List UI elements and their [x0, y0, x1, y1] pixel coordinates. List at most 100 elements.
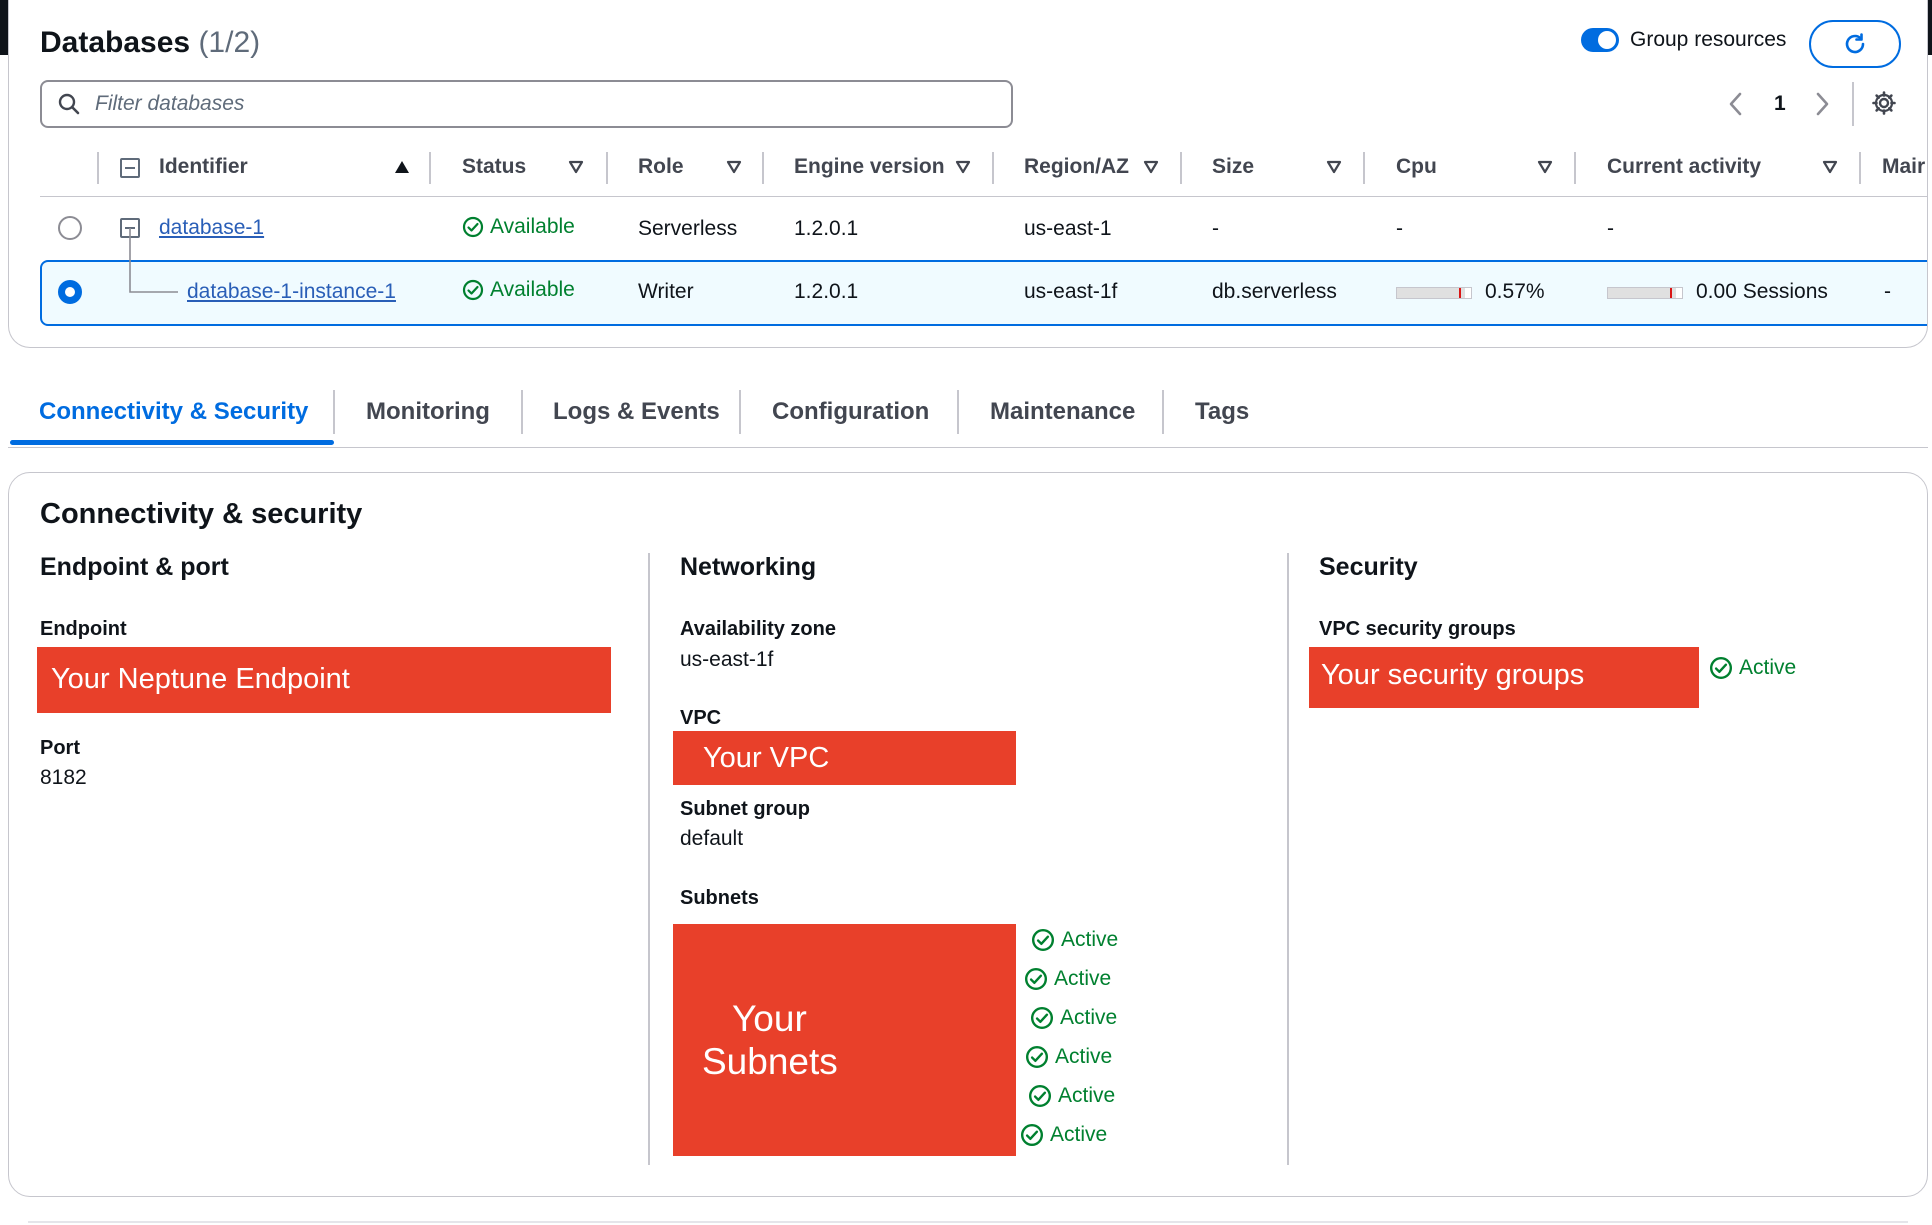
maintenance-cell: - — [1884, 280, 1891, 303]
tab-configuration[interactable]: Configuration — [772, 398, 929, 426]
header-divider — [1574, 152, 1576, 184]
header-divider — [762, 152, 764, 184]
row-select-radio[interactable] — [58, 216, 82, 240]
toggle-knob — [1598, 31, 1616, 49]
refresh-button[interactable] — [1809, 20, 1901, 68]
sort-caret-icon[interactable] — [726, 160, 742, 174]
active-tab-indicator — [10, 440, 334, 445]
status-badge: Available — [462, 278, 575, 302]
column-header-role[interactable]: Role — [638, 155, 684, 179]
subnet-status: Active — [1028, 1084, 1115, 1108]
filter-databases-field[interactable] — [40, 80, 1013, 128]
column-header-cpu[interactable]: Cpu — [1396, 155, 1437, 179]
column-header-engine-version[interactable]: Engine version — [794, 155, 945, 179]
endpoint-label: Endpoint — [40, 618, 127, 640]
column-header-region-az[interactable]: Region/AZ — [1024, 155, 1129, 179]
subnet-status: Active — [1025, 1045, 1112, 1069]
sort-caret-icon[interactable] — [1143, 160, 1159, 174]
column-divider — [648, 553, 650, 1165]
bottom-divider — [28, 1221, 1908, 1223]
engine-version-cell: 1.2.0.1 — [794, 217, 859, 240]
sort-caret-icon[interactable] — [955, 160, 971, 174]
region-cell: us-east-1f — [1024, 280, 1118, 303]
availability-zone-value: us-east-1f — [680, 648, 774, 671]
port-value: 8182 — [40, 766, 87, 789]
cpu-cell: 0.57% — [1485, 280, 1545, 303]
engine-version-cell: 1.2.0.1 — [794, 280, 859, 303]
header-divider — [429, 152, 431, 184]
subnet-status: Active — [1031, 928, 1118, 952]
header-divider — [1180, 152, 1182, 184]
cpu-usage-fill — [1397, 288, 1465, 298]
cpu-usage-marker — [1459, 288, 1461, 298]
activity-bar — [1607, 287, 1683, 299]
tab-divider — [333, 390, 335, 434]
endpoint-port-heading: Endpoint & port — [40, 553, 229, 581]
header-row-divider — [40, 196, 1927, 197]
subnet-group-label: Subnet group — [680, 798, 810, 820]
vpc-security-groups-label: VPC security groups — [1319, 618, 1516, 640]
next-page-icon[interactable] — [1812, 90, 1832, 118]
current-page-number[interactable]: 1 — [1774, 92, 1786, 116]
activity-cell: 0.00 Sessions — [1696, 280, 1828, 303]
column-header-current-activity[interactable]: Current activity — [1607, 155, 1761, 179]
cpu-cell: - — [1396, 217, 1403, 240]
tree-connector — [129, 228, 178, 293]
previous-page-icon[interactable] — [1726, 90, 1746, 118]
search-icon — [58, 93, 80, 115]
databases-count: (1/2) — [198, 26, 261, 59]
vpc-value[interactable]: Your VPC — [673, 731, 1016, 785]
tab-logs-events[interactable]: Logs & Events — [553, 398, 720, 426]
activity-fill — [1608, 288, 1676, 298]
row-select-radio-selected[interactable] — [58, 280, 82, 304]
subnet-group-value: default — [680, 827, 744, 850]
column-header-identifier[interactable]: Identifier — [159, 155, 248, 179]
tab-tags[interactable]: Tags — [1195, 398, 1249, 426]
subnets-value[interactable]: Your Subnets — [673, 924, 1016, 1156]
gear-icon[interactable] — [1871, 90, 1897, 116]
cpu-usage-bar — [1396, 287, 1472, 299]
sort-caret-icon[interactable] — [1326, 160, 1342, 174]
detail-tabs: Connectivity & Security Monitoring Logs … — [8, 390, 1928, 448]
column-header-size[interactable]: Size — [1212, 155, 1254, 179]
identifier-link[interactable]: database-1-instance-1 — [187, 280, 396, 304]
endpoint-value[interactable]: Your Neptune Endpoint — [37, 647, 611, 713]
tab-connectivity-security[interactable]: Connectivity & Security — [39, 398, 308, 426]
check-circle-icon — [462, 216, 484, 238]
column-header-status[interactable]: Status — [462, 155, 526, 179]
tab-divider — [521, 390, 523, 434]
tab-monitoring[interactable]: Monitoring — [366, 398, 490, 426]
security-group-status: Active — [1709, 656, 1796, 680]
header-divider — [1363, 152, 1365, 184]
check-circle-icon — [462, 279, 484, 301]
column-divider — [1287, 553, 1289, 1165]
availability-zone-label: Availability zone — [680, 618, 836, 640]
activity-cell: - — [1607, 217, 1614, 240]
sort-caret-icon[interactable] — [568, 160, 584, 174]
panel-title: Connectivity & security — [40, 498, 363, 530]
tab-maintenance[interactable]: Maintenance — [990, 398, 1135, 426]
check-circle-icon — [1028, 1084, 1052, 1108]
size-cell: db.serverless — [1212, 280, 1337, 303]
sort-caret-icon[interactable] — [1822, 160, 1838, 174]
check-circle-icon — [1020, 1123, 1044, 1147]
region-cell: us-east-1 — [1024, 217, 1112, 240]
check-circle-icon — [1031, 928, 1055, 952]
group-resources-toggle[interactable] — [1581, 28, 1619, 52]
vpc-label: VPC — [680, 707, 722, 729]
sort-caret-icon[interactable] — [1537, 160, 1553, 174]
collapse-all-icon[interactable] — [120, 158, 140, 178]
header-divider — [97, 152, 99, 184]
check-circle-icon — [1030, 1006, 1054, 1030]
refresh-icon — [1845, 33, 1865, 54]
column-header-maintenance[interactable]: Mair — [1882, 155, 1925, 179]
role-cell: Serverless — [638, 217, 738, 240]
security-groups-value[interactable]: Your security groups — [1309, 647, 1699, 708]
sort-ascending-icon[interactable] — [393, 159, 411, 175]
connectivity-security-panel: Connectivity & security Endpoint & port … — [8, 472, 1928, 1197]
pager-divider — [1852, 82, 1854, 126]
subnets-value-line1: Your — [732, 998, 807, 1039]
activity-marker — [1670, 288, 1672, 298]
subnet-status: Active — [1030, 1006, 1117, 1030]
filter-databases-input[interactable] — [95, 88, 975, 120]
